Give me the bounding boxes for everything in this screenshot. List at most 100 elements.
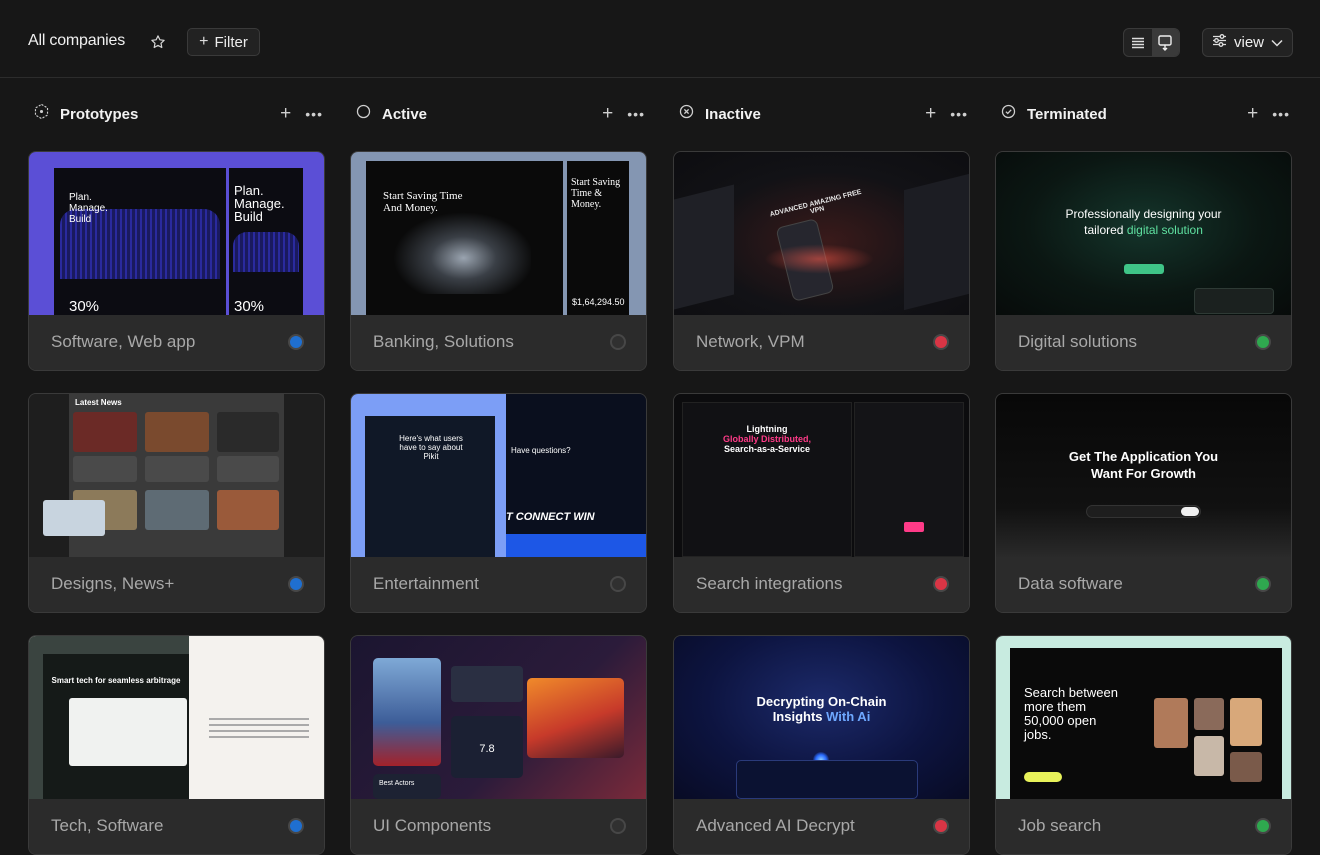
thumb-text: more them [1024, 699, 1087, 714]
circle-x-icon [678, 103, 695, 125]
thumb-text: tailored [1084, 223, 1127, 237]
thumb-text: Start Saving Time And Money. [383, 190, 463, 214]
add-icon[interactable]: + [280, 104, 291, 123]
status-dot [610, 334, 626, 350]
thumb-heading: Latest News [75, 398, 122, 407]
card-name: Entertainment [373, 574, 479, 593]
card-thumbnail: Plan. Manage. Build 30% Plan. Manage. Bu… [29, 152, 324, 315]
card-thumbnail: Best Actors 7.8 [351, 636, 646, 799]
add-icon[interactable]: + [1247, 104, 1258, 123]
status-dot [933, 334, 949, 350]
card-footer: Job search [996, 799, 1291, 854]
card-name: Data software [1018, 574, 1123, 593]
thumb-text: Search between [1024, 685, 1118, 700]
thumb-text: Start Saving Time & Money. [571, 177, 621, 210]
card-footer: Network, VPM [674, 315, 969, 370]
company-card[interactable]: Best Actors 7.8 UI Components [350, 635, 647, 855]
card-name: Job search [1018, 816, 1102, 835]
status-dot [610, 576, 626, 592]
card-name: Advanced AI Decrypt [696, 816, 855, 835]
thumb-text: Professionally designing your [1065, 207, 1222, 221]
page-title: All companies [28, 32, 126, 49]
card-thumbnail: Here's what users have to say about Piki… [351, 394, 646, 557]
status-dot [1255, 576, 1271, 592]
status-dot [933, 576, 949, 592]
more-icon[interactable]: ••• [627, 106, 645, 122]
card-name: Software, Web app [51, 332, 196, 351]
card-footer: Software, Web app [29, 315, 324, 370]
card-thumbnail: Smart tech for seamless arbitrage [29, 636, 324, 799]
card-name: UI Components [373, 816, 492, 835]
add-icon[interactable]: + [925, 104, 936, 123]
more-icon[interactable]: ••• [950, 106, 968, 122]
thumb-highlight: digital solution [1126, 223, 1203, 237]
status-dot [288, 818, 304, 834]
thumb-text: Manage. [69, 203, 108, 214]
card-footer: Data software [996, 557, 1291, 612]
card-name: Banking, Solutions [373, 332, 514, 351]
company-card[interactable]: Start Saving Time And Money. Start Savin… [350, 151, 647, 371]
layout-toggle[interactable] [1123, 28, 1180, 57]
card-thumbnail: ADVANCED AMAZING FREE VPN [674, 152, 969, 315]
thumb-text: 50,000 open [1024, 713, 1097, 728]
top-bar: All companies + Filter view [0, 0, 1320, 78]
company-card[interactable]: Here's what users have to say about Piki… [350, 393, 647, 613]
add-icon[interactable]: + [602, 104, 613, 123]
list-view-icon[interactable] [1124, 29, 1152, 56]
thumb-text: T CONNECT WIN [506, 511, 595, 523]
column-header-terminated: Terminated + ••• [1000, 102, 1296, 126]
card-thumbnail: Professionally designing your tailored d… [996, 152, 1291, 315]
card-footer: Tech, Software [29, 799, 324, 854]
more-icon[interactable]: ••• [305, 106, 323, 122]
thumb-text: Insights [772, 709, 827, 724]
circle-check-icon [1000, 103, 1017, 125]
status-dot [1255, 334, 1271, 350]
thumb-text: Search-as-a-Service [723, 444, 811, 454]
sliders-icon [1212, 34, 1227, 51]
thumb-highlight: Globally Distributed, [722, 434, 811, 444]
company-card[interactable]: Decrypting On-Chain Insights With Ai Adv… [673, 635, 970, 855]
thumb-highlight: With Ai [826, 709, 871, 724]
thumb-amount: $1,64,294.50 [572, 297, 625, 307]
view-dropdown[interactable]: view [1202, 28, 1293, 57]
thumb-text: Lightning [746, 424, 788, 434]
chevron-down-icon [1271, 34, 1283, 51]
column-label: Prototypes [60, 105, 139, 123]
company-card[interactable]: Plan. Manage. Build 30% Plan. Manage. Bu… [28, 151, 325, 371]
thumb-rating: 7.8 [479, 743, 495, 755]
thumb-stat: 30% [234, 298, 265, 315]
thumb-text: Decrypting On-Chain [756, 694, 887, 709]
company-card[interactable]: Get The Application You Want For Growth … [995, 393, 1292, 613]
card-footer: Designs, News+ [29, 557, 324, 612]
filter-button[interactable]: + Filter [187, 28, 260, 56]
card-footer: Banking, Solutions [351, 315, 646, 370]
card-thumbnail: Search between more them 50,000 open job… [996, 636, 1291, 799]
status-dot [933, 818, 949, 834]
card-name: Network, VPM [696, 332, 805, 351]
company-card[interactable]: Lightning Globally Distributed, Search-a… [673, 393, 970, 613]
board-view-icon[interactable] [1151, 29, 1179, 56]
status-dot [610, 818, 626, 834]
card-thumbnail: Start Saving Time And Money. Start Savin… [351, 152, 646, 315]
star-icon[interactable] [150, 34, 166, 50]
company-card[interactable]: ADVANCED AMAZING FREE VPN Network, VPM [673, 151, 970, 371]
company-card[interactable]: Smart tech for seamless arbitrage Tech, … [28, 635, 325, 855]
view-label: view [1233, 34, 1264, 51]
company-card[interactable]: Latest News Designs, News+ [28, 393, 325, 613]
card-thumbnail: Decrypting On-Chain Insights With Ai [674, 636, 969, 799]
filter-label: Filter [214, 33, 248, 51]
more-icon[interactable]: ••• [1272, 106, 1290, 122]
column-header-inactive: Inactive + ••• [678, 102, 974, 126]
card-thumbnail: Latest News [29, 394, 324, 557]
thumb-text: Here's what users have to say about Piki… [399, 434, 463, 461]
thumb-text: Get The Application You [1068, 449, 1219, 464]
status-dot [288, 334, 304, 350]
card-footer: Advanced AI Decrypt [674, 799, 969, 854]
thumb-text: Best Actors [379, 780, 415, 787]
thumb-text: ADVANCED AMAZING FREE VPN [769, 188, 863, 219]
company-card[interactable]: Professionally designing your tailored d… [995, 151, 1292, 371]
card-name: Designs, News+ [51, 574, 175, 593]
card-footer: UI Components [351, 799, 646, 854]
company-card[interactable]: Search between more them 50,000 open job… [995, 635, 1292, 855]
card-thumbnail: Lightning Globally Distributed, Search-a… [674, 394, 969, 557]
